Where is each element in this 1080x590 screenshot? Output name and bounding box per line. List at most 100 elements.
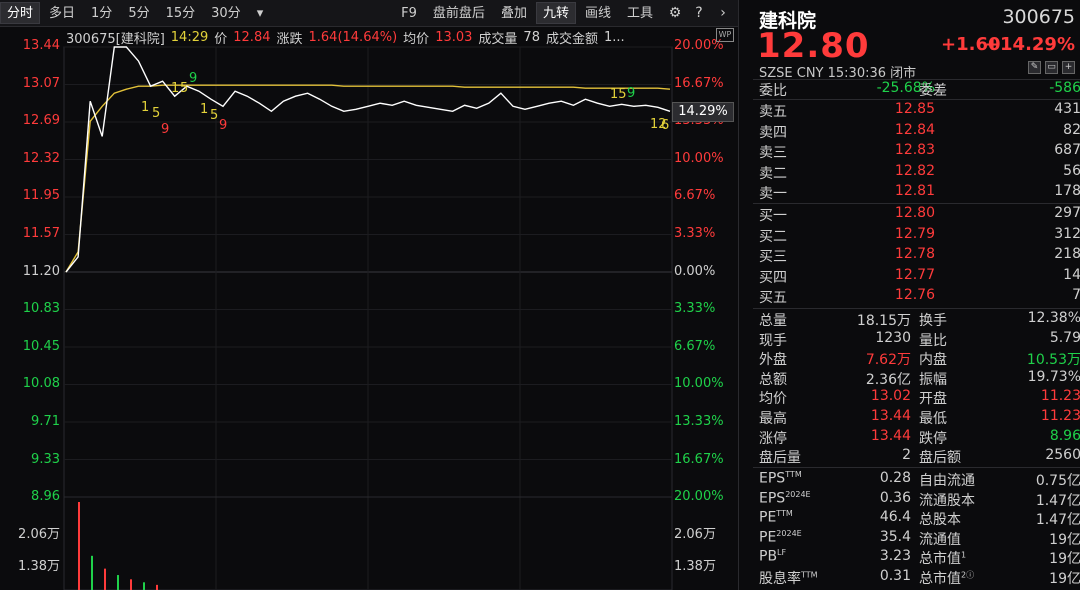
bid-price: 12.80 [894,205,935,221]
ask-level-label: 卖三 [759,145,787,161]
left-axis-tick: 10.83 [22,301,60,317]
fund-label: 股息率TTM [759,568,818,588]
nine-mark: 1 [200,102,209,117]
toolbar-right-group: F9 盘前盘后 叠加 九转 画线 工具 ⚙ ? › [394,2,734,24]
stat-row[interactable]: 外盘 7.62万 内盘 10.53万 [759,349,1080,368]
nine-turn-button[interactable]: 九转 [535,2,576,24]
add-icon[interactable]: + [1062,61,1075,74]
left-axis-tick: 10.08 [22,376,60,392]
bid-row[interactable]: 买三 12.78 218 [759,246,1080,265]
fund-label-text: 流通股本 [919,492,975,509]
stat-row[interactable]: 最高 13.44 最低 11.23 [759,408,1080,427]
fund-value: 35.4 [879,528,911,545]
tools-button[interactable]: 工具 [620,2,660,24]
stat-label: 内盘 [919,352,947,369]
info-amt-label: 成交金额 [545,31,598,47]
divider [753,467,1080,468]
fundamental-row[interactable]: PE2024E 35.4 流通值 19亿 [759,529,1080,548]
chart-toolbar: 分时 多日 1分 5分 15分 30分 ▾ F9 盘前盘后 叠加 九转 画线 工… [0,0,738,27]
fundamental-row[interactable]: PETTM 46.4 总股本 1.47亿 [759,509,1080,528]
chart-canvas[interactable] [0,27,738,590]
fund-label-text: PB [759,549,778,566]
draw-line-button[interactable]: 画线 [578,2,618,24]
ask-volume: 687 [1054,142,1080,158]
f9-button[interactable]: F9 [394,2,424,24]
bid-row[interactable]: 买一 12.80 297 [759,205,1080,224]
info-price: 12.84 [233,29,271,45]
fundamental-row[interactable]: PBLF 3.23 总市值1 19亿 [759,548,1080,567]
fund-label-sup: TTM [801,570,818,580]
fund-label-text: 自由流通 [919,473,975,489]
tab-5min[interactable]: 5分 [121,2,156,24]
gear-icon[interactable]: ⚙ [664,2,686,24]
fundamental-row[interactable]: EPSTTM 0.28 自由流通 0.75亿 [759,470,1080,489]
help-icon[interactable]: ? [688,2,710,24]
right-axis-tick: 0.00% [674,263,716,279]
left-axis-tick: 10.45 [22,338,60,354]
stat-row[interactable]: 涨停 13.44 跌停 8.96 [759,428,1080,447]
intraday-chart[interactable] [0,27,738,590]
stat-row[interactable]: 均价 13.02 开盘 11.23 [759,388,1080,407]
ask-level-label: 卖五 [759,104,787,120]
pre-post-market-button[interactable]: 盘前盘后 [426,2,492,24]
wp-badge[interactable]: WP [716,28,734,42]
bid-volume: 14 [1063,266,1080,283]
vol-axis-left-mid: 1.38万 [18,559,60,574]
last-price: 12.80 [757,26,870,66]
stat-label: 总额 [759,371,787,388]
stat-label: 盘后量 [759,450,801,467]
fundamental-row[interactable]: EPS2024E 0.36 流通股本 1.47亿 [759,490,1080,509]
fund-label: 总市值2ⓘ [919,568,974,588]
fund-value: 46.4 [879,509,911,526]
right-axis-tick: 20.00% [674,489,724,505]
stat-row[interactable]: 总额 2.36亿 振幅 19.73% [759,369,1080,388]
stat-label: 量比 [919,332,947,349]
ask-row[interactable]: 卖二 12.82 56 [759,163,1080,182]
bid-row[interactable]: 买四 12.77 14 [759,267,1080,286]
fund-label-text: 总股本 [919,512,961,529]
fund-value: 0.75亿 [1035,473,1080,489]
tab-multi-day[interactable]: 多日 [42,2,82,24]
edit-icon[interactable]: ✎ [1028,61,1041,74]
ask-row[interactable]: 卖三 12.83 687 [759,142,1080,161]
bid-row[interactable]: 买二 12.79 312 [759,226,1080,245]
ask-row[interactable]: 卖一 12.81 178 [759,183,1080,202]
tab-15min[interactable]: 15分 [159,2,203,24]
panel-icons: ✎ ▭ + [1024,61,1075,74]
fundamental-row[interactable]: 股息率TTM 0.31 总市值2ⓘ 19亿 [759,568,1080,587]
ask-row[interactable]: 卖四 12.84 82 [759,122,1080,141]
fund-label: 流通股本 [919,490,975,510]
fund-label-text: EPS [759,490,786,507]
chevron-right-icon[interactable]: › [712,2,734,24]
vol-axis-right-mid: 1.38万 [674,559,716,574]
window-icon[interactable]: ▭ [1045,61,1058,74]
ask-level-label: 卖一 [759,186,787,202]
stat-label: 现手 [759,332,787,349]
right-axis-tick: 6.67% [674,188,716,204]
info-chg: 1.64(14.64%) [308,29,398,45]
volume-bar [104,568,106,590]
left-axis-tick: 13.07 [22,75,60,91]
tab-intraday[interactable]: 分时 [0,2,41,24]
bid-row[interactable]: 买五 12.76 7 [759,287,1080,306]
right-axis-tick: 16.67% [674,75,724,91]
overlay-button[interactable]: 叠加 [494,2,534,24]
stat-row[interactable]: 总量 18.15万 换手 12.38% [759,310,1080,329]
tab-1min[interactable]: 1分 [84,2,119,24]
stat-row[interactable]: 现手 1230 量比 5.79 [759,330,1080,349]
tab-30min[interactable]: 30分 [204,2,248,24]
chart-infobar: 300675[建科院] 14:29 价 12.84 涨跌 1.64(14.64%… [66,28,631,47]
ask-row[interactable]: 卖五 12.85 431 [759,101,1080,120]
stat-row[interactable]: 盘后量 2 盘后额 2560 [759,447,1080,466]
volume-bar [91,555,93,590]
fund-label: EPS2024E [759,490,811,507]
stat-label: 跌停 [919,430,947,447]
right-axis-tick: 10.00% [674,376,724,392]
bid-level-label: 买一 [759,208,787,224]
period-dropdown-icon[interactable]: ▾ [250,2,271,24]
stat-value: 8.96 [1049,427,1080,444]
fund-value: 0.36 [879,489,911,506]
fund-label: EPSTTM [759,470,802,487]
stat-label: 总量 [759,313,787,329]
ask-price: 12.85 [894,101,935,117]
